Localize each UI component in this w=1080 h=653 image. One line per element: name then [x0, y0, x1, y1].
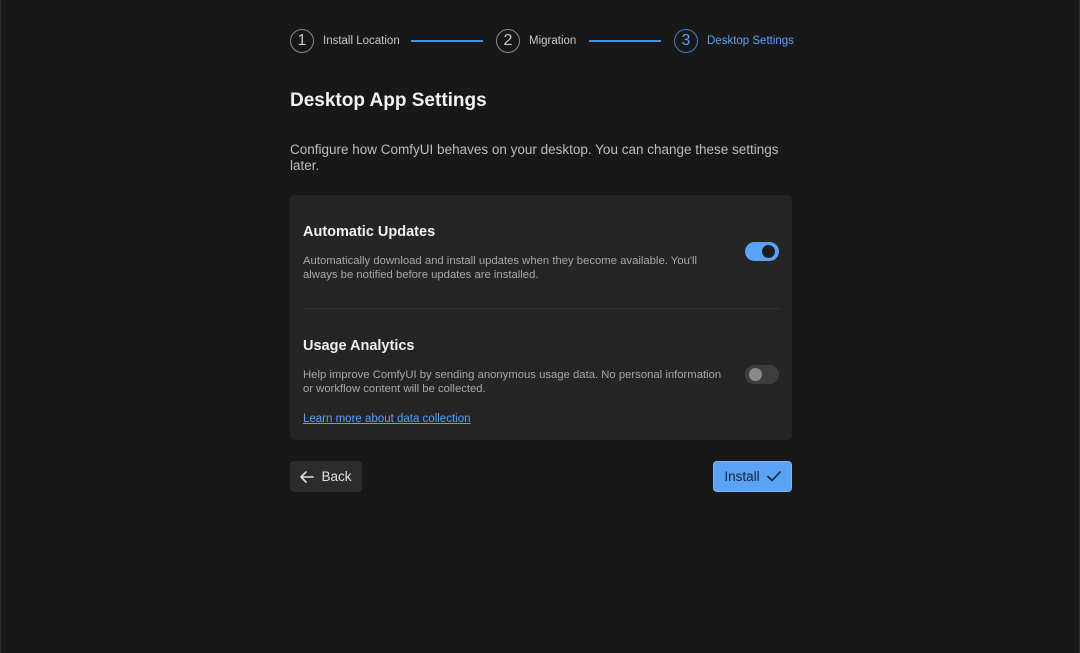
back-button-label: Back: [321, 469, 352, 484]
step-desktop-settings[interactable]: 3 Desktop Settings: [674, 27, 794, 55]
automatic-updates-toggle[interactable]: [745, 242, 779, 261]
step-connector: [411, 40, 483, 42]
arrow-left-icon: [300, 470, 315, 483]
step-number: 1: [290, 29, 314, 53]
checkmark-icon: [766, 471, 781, 482]
setting-description: Help improve ComfyUI by sending anonymou…: [303, 369, 722, 395]
stepper: 1 Install Location 2 Migration 3 Desktop…: [290, 27, 794, 55]
divider: [303, 308, 779, 309]
learn-more-link[interactable]: Learn more about data collection: [303, 413, 471, 425]
step-number: 3: [674, 29, 698, 53]
toggle-knob: [762, 245, 775, 258]
setting-title: Automatic Updates: [303, 224, 436, 240]
install-button-label: Install: [724, 469, 760, 484]
step-install-location[interactable]: 1 Install Location: [290, 27, 400, 55]
setting-description: Automatically download and install updat…: [303, 255, 698, 281]
page-title: Desktop App Settings: [290, 90, 487, 111]
step-label: Install Location: [323, 35, 400, 47]
step-label: Desktop Settings: [707, 35, 794, 47]
settings-card: Automatic Updates Automatically download…: [290, 195, 792, 440]
step-migration[interactable]: 2 Migration: [496, 27, 576, 55]
back-button[interactable]: Back: [290, 461, 362, 492]
step-connector: [589, 40, 661, 42]
page-subtitle: Configure how ComfyUI behaves on your de…: [290, 142, 779, 173]
install-button[interactable]: Install: [713, 461, 792, 492]
installer-page: 1 Install Location 2 Migration 3 Desktop…: [0, 0, 1080, 653]
usage-analytics-toggle[interactable]: [745, 365, 779, 384]
setting-automatic-updates: Automatic Updates Automatically download…: [303, 224, 779, 282]
setting-usage-analytics: Usage Analytics Help improve ComfyUI by …: [303, 338, 779, 396]
step-label: Migration: [529, 35, 577, 47]
setting-title: Usage Analytics: [303, 338, 415, 354]
toggle-knob: [749, 368, 762, 381]
step-number: 2: [496, 29, 520, 53]
